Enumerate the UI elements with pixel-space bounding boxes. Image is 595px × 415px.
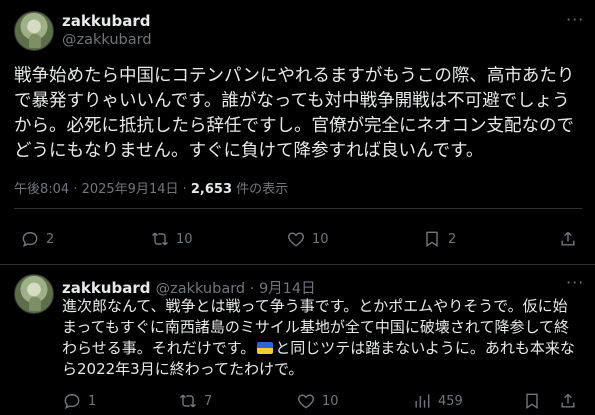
repost-icon	[179, 394, 197, 408]
view-count: 2,653	[190, 182, 233, 197]
more-icon[interactable]: ···	[566, 273, 584, 292]
reply-button[interactable]: 1	[62, 391, 96, 411]
repost-count: 7	[204, 393, 213, 409]
reply-count: 2	[46, 231, 55, 247]
like-icon	[298, 394, 314, 409]
post-metadata: 午後8:04 · 2025年9月14日 · 2,653 件の表示	[14, 178, 288, 197]
reply-button[interactable]: 2	[20, 229, 54, 249]
reply-text: 進次郎なんて、戦争とは戦って争う事です。とかポエムやりそうで。仮に始まってもすぐ…	[62, 296, 582, 380]
post-text: 戦争始めたら中国にコテンパンにやれるますがもうこの際、高市あたりで暴発すりゃいい…	[14, 66, 575, 161]
reply-icon	[64, 394, 80, 409]
bookmark-icon	[526, 393, 538, 409]
user-handle[interactable]: @zakkubard	[62, 32, 152, 48]
share-icon	[561, 231, 575, 246]
bookmark-button[interactable]: 2	[422, 229, 456, 249]
like-count: 10	[322, 393, 339, 409]
like-button[interactable]: 10	[286, 229, 329, 249]
reply-header: zakkubard @zakkubard · 9月14日	[62, 277, 316, 298]
views-count: 459	[438, 393, 463, 409]
views-icon	[415, 394, 430, 408]
repost-button[interactable]: 7	[178, 391, 212, 411]
divider	[0, 264, 595, 265]
divider	[14, 208, 582, 209]
views-button[interactable]: 459	[412, 391, 463, 411]
reply-count: 1	[88, 393, 97, 409]
display-name[interactable]: zakkubard	[62, 279, 150, 297]
bookmark-icon	[426, 231, 438, 247]
share-button[interactable]	[558, 391, 578, 411]
reply-icon	[22, 232, 38, 247]
avatar[interactable]	[14, 11, 54, 51]
more-icon[interactable]: ···	[566, 10, 584, 29]
bookmark-count: 2	[448, 231, 457, 247]
bookmark-button[interactable]	[522, 391, 542, 411]
share-button[interactable]	[558, 229, 578, 249]
handle-and-date[interactable]: @zakkubard · 9月14日	[156, 281, 316, 297]
like-icon	[288, 232, 304, 247]
post-timestamp[interactable]: 午後8:04 · 2025年9月14日 ·	[14, 182, 191, 197]
avatar[interactable]	[14, 274, 54, 314]
repost-icon	[151, 232, 169, 246]
like-button[interactable]: 10	[296, 391, 339, 411]
repost-button[interactable]: 10	[150, 229, 193, 249]
share-icon	[561, 393, 575, 408]
like-count: 10	[312, 231, 329, 247]
ukraine-flag-emoji	[257, 342, 274, 354]
view-label: 件の表示	[232, 182, 289, 197]
repost-count: 10	[176, 231, 193, 247]
display-name[interactable]: zakkubard	[62, 12, 150, 30]
